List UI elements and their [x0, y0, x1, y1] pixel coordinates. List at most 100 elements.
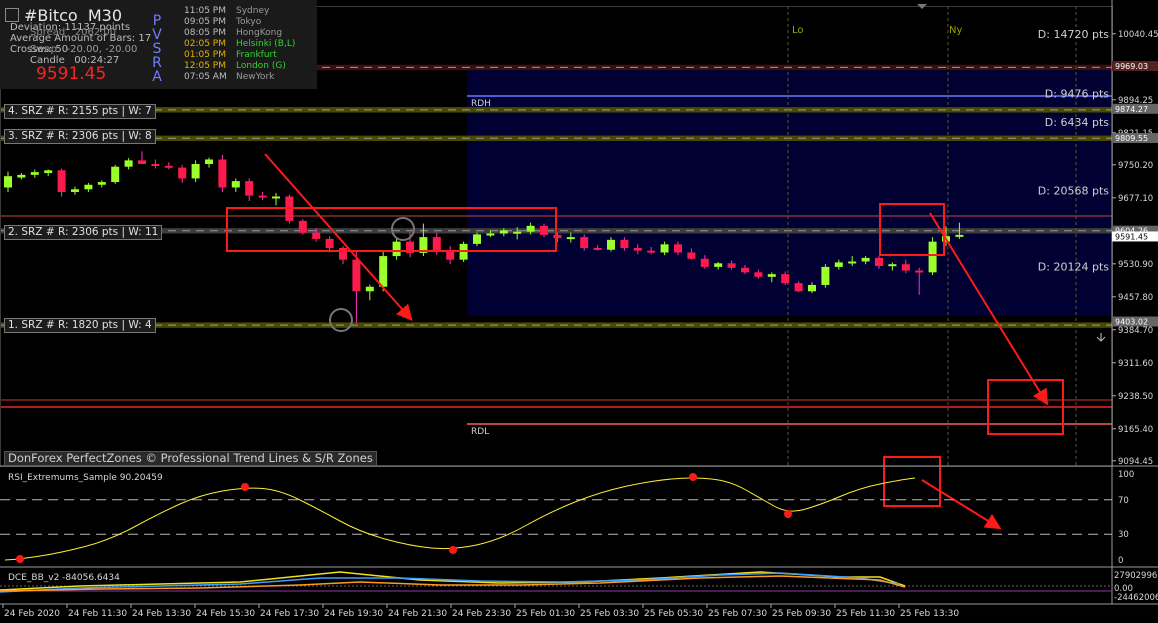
indicator-footer-label: DonForex PerfectZones © Professional Tre… [4, 451, 377, 466]
candle-body-15 [205, 159, 213, 164]
x-tick-label-3: 24 Feb 15:30 [196, 609, 255, 619]
x-tick-label-10: 25 Feb 05:30 [644, 609, 703, 619]
rsi-tick-2: 30 [1118, 530, 1129, 540]
candle-body-32 [432, 237, 441, 251]
session-name-6: NewYork [236, 72, 275, 82]
candle-body-65 [875, 257, 883, 267]
candle-body-16 [218, 159, 227, 188]
x-tick-label-6: 24 Feb 21:30 [388, 609, 447, 619]
candle-body-35 [473, 234, 481, 244]
session-time-5: 12:05 PM [184, 61, 226, 71]
session-time-2: 08:05 PM [184, 28, 226, 38]
y-tick-label-9: 9238.50 [1118, 392, 1153, 402]
price-flag-label-0: 9969.03 [1115, 62, 1148, 71]
candle-body-22 [298, 220, 307, 233]
y-tick-label-10: 9165.40 [1118, 425, 1153, 435]
candle-body-3 [44, 170, 53, 174]
session-name-5: London (G) [236, 61, 286, 71]
swap-line: Swap -20.00, -20.00 [30, 44, 138, 55]
candle-body-27 [365, 286, 374, 292]
candle-body-49 [660, 244, 669, 253]
y-tick-label-6: 9457.80 [1118, 293, 1153, 303]
x-tick-label-13: 25 Feb 11:30 [836, 609, 895, 619]
candle-body-59 [794, 283, 803, 292]
distance-label-2: D: 6434 pts [1045, 116, 1109, 129]
rsi-tick-1: 70 [1118, 496, 1129, 506]
candle-body-4 [57, 170, 66, 192]
y-tick-label-5: 9530.90 [1118, 260, 1153, 270]
y-tick-label-11: 9094.45 [1118, 457, 1153, 467]
session-marker-lo: Lo [792, 25, 804, 36]
candle-body-50 [674, 244, 682, 253]
candle-body-6 [84, 184, 93, 190]
x-tick-label-2: 24 Feb 13:30 [132, 609, 191, 619]
rsi-title: RSI_Extremums_Sample 90.20459 [8, 473, 163, 483]
session-time-3: 02:05 PM [184, 39, 226, 49]
candle-body-7 [97, 182, 106, 185]
session-name-0: Sydney [236, 6, 270, 16]
candle-body-58 [781, 274, 790, 284]
current-price: 9591.45 [36, 64, 107, 84]
distance-label-0: D: 14720 pts [1038, 28, 1109, 41]
candle-body-12 [164, 165, 173, 168]
candle-body-63 [848, 261, 857, 264]
candle-body-62 [834, 262, 843, 267]
candle-body-57 [767, 274, 776, 277]
candle-body-1 [17, 174, 26, 178]
candle-body-68 [915, 270, 924, 273]
rsi-tick-0: 100 [1118, 470, 1134, 480]
candle-body-69 [928, 241, 937, 273]
candle-body-66 [888, 264, 897, 267]
candle-body-37 [499, 230, 508, 234]
candle-body-56 [754, 272, 763, 277]
x-tick-label-14: 25 Feb 13:30 [900, 609, 959, 619]
candle-body-71 [955, 234, 964, 237]
srz-label-3: 1. SRZ # R: 1820 pts | W: 4 [4, 318, 156, 334]
pvsra-label: PVSRA [152, 13, 162, 85]
dce-wave-2 [0, 575, 906, 592]
distance-label-4: D: 20124 pts [1038, 260, 1109, 273]
candle-body-20 [272, 196, 280, 199]
y-tick-label-4: 9677.10 [1118, 194, 1153, 204]
candle-body-54 [727, 263, 736, 268]
rdl-label: RDL [471, 427, 489, 437]
candle-body-0 [4, 176, 12, 188]
annotation-arrow-1 [264, 153, 413, 321]
rsi-extremum-dot-0 [16, 555, 24, 563]
session-time-1: 09:05 PM [184, 17, 226, 27]
session-name-3: Helsinki (B,L) [236, 39, 296, 49]
symbol-icon [5, 8, 19, 22]
chart-canvas[interactable]: RDHRDLLoNy10040.459894.259821.159750.209… [0, 0, 1158, 623]
x-tick-label-1: 24 Feb 11:30 [68, 609, 127, 619]
candle-body-13 [178, 167, 187, 179]
y-tick-label-8: 9311.60 [1118, 359, 1153, 369]
srz-label-1: 3. SRZ # R: 2306 pts | W: 8 [4, 129, 156, 145]
session-name-1: Tokyo [236, 17, 262, 27]
srz-label-0: 4. SRZ # R: 2155 pts | W: 7 [4, 103, 156, 119]
candle-body-61 [821, 266, 830, 285]
y-tick-label-0: 10040.45 [1118, 30, 1158, 40]
rsi-extremum-dot-3 [689, 473, 697, 481]
distance-label-3: D: 20568 pts [1038, 185, 1109, 198]
session-time-4: 01:05 PM [184, 50, 226, 60]
candle-body-29 [392, 241, 401, 257]
candle-body-39 [526, 225, 535, 232]
x-tick-label-0: 24 Feb 2020 [4, 609, 60, 619]
candle-body-28 [379, 256, 388, 287]
x-tick-label-5: 24 Feb 19:30 [324, 609, 383, 619]
symbol-info-panel: #Bitco M30 Deviation: 11137 points Sprea… [0, 0, 317, 89]
candle-body-47 [633, 247, 642, 251]
scroll-down-icon [1096, 333, 1106, 342]
session-marker-ny: Ny [949, 25, 962, 36]
price-flag-label-1: 9874.27 [1115, 105, 1148, 114]
candle-body-5 [71, 189, 79, 192]
session-name-2: HongKong [236, 28, 283, 38]
price-flag-label-5: 9403.02 [1115, 318, 1148, 327]
candle-body-44 [593, 247, 602, 250]
candle-body-42 [566, 237, 575, 240]
candle-body-9 [124, 160, 133, 167]
srz-label-2: 2. SRZ # R: 2306 pts | W: 11 [4, 225, 163, 241]
candle-body-53 [714, 263, 723, 267]
x-tick-label-7: 24 Feb 23:30 [452, 609, 511, 619]
candle-body-60 [808, 284, 816, 292]
